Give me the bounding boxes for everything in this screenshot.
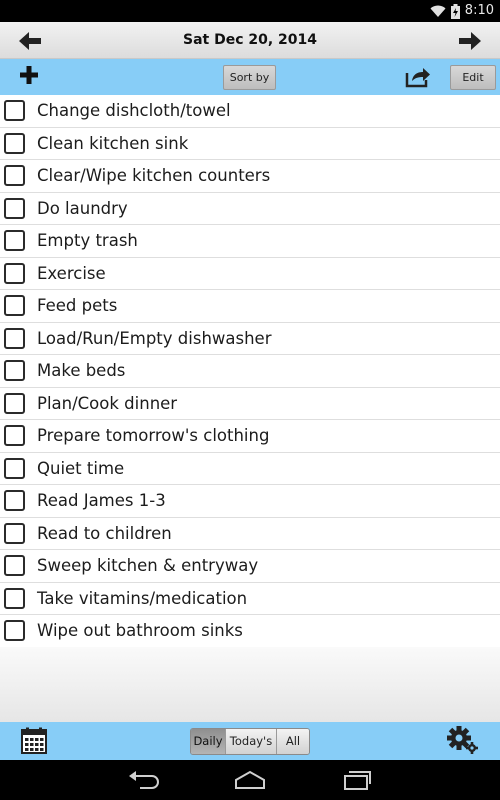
plus-icon xyxy=(20,66,38,84)
task-label: Empty trash xyxy=(37,231,138,250)
task-checkbox[interactable] xyxy=(4,230,25,251)
home-icon xyxy=(235,770,265,789)
status-bar: 8:10 xyxy=(0,0,500,22)
task-checkbox[interactable] xyxy=(4,360,25,381)
page-title: Sat Dec 20, 2014 xyxy=(182,32,318,48)
date-header: Sat Dec 20, 2014 xyxy=(0,22,500,59)
calendar-icon xyxy=(21,727,47,754)
list-item[interactable]: Plan/Cook dinner xyxy=(0,387,500,420)
task-checkbox[interactable] xyxy=(4,132,25,154)
task-checkbox[interactable] xyxy=(4,327,25,349)
task-label: Quiet time xyxy=(37,458,125,478)
system-nav-bar xyxy=(0,760,500,800)
share-button[interactable] xyxy=(404,65,432,89)
list-item[interactable]: Read to children xyxy=(0,517,500,550)
task-label: Take vitamins/medication xyxy=(37,588,248,608)
list-item[interactable]: Sweep kitchen & entryway xyxy=(0,550,500,583)
task-label: Plan/Cook dinner xyxy=(37,393,178,413)
task-label: Exercise xyxy=(37,263,106,283)
task-checkbox[interactable] xyxy=(4,425,25,446)
list-item[interactable]: Read James 1-3 xyxy=(0,485,500,518)
toolbar: Sort by Edit xyxy=(0,59,500,95)
task-checkbox[interactable] xyxy=(4,555,25,576)
task-label: Wipe out bathroom sinks xyxy=(37,621,243,640)
task-label: Make beds xyxy=(37,361,126,380)
status-time: 8:10 xyxy=(464,3,494,18)
task-checkbox[interactable] xyxy=(4,295,25,316)
list-item[interactable]: Clear/Wipe kitchen counters xyxy=(0,160,500,193)
task-checkbox[interactable] xyxy=(4,100,25,121)
task-checkbox[interactable] xyxy=(4,165,25,186)
recents-icon xyxy=(344,771,371,790)
back-button[interactable] xyxy=(128,770,160,794)
recents-button[interactable] xyxy=(342,770,372,794)
next-day-button[interactable] xyxy=(456,29,484,53)
list-item[interactable]: Exercise xyxy=(0,257,500,290)
list-item[interactable]: Feed pets xyxy=(0,290,500,323)
task-checkbox[interactable] xyxy=(4,262,25,284)
list-item[interactable]: Empty trash xyxy=(0,225,500,258)
filter-daily[interactable]: Daily xyxy=(191,729,226,754)
task-label: Read James 1-3 xyxy=(37,491,166,510)
list-item[interactable]: Make beds xyxy=(0,355,500,388)
list-item[interactable]: Quiet time xyxy=(0,452,500,485)
task-checkbox[interactable] xyxy=(4,620,25,641)
task-label: Sweep kitchen & entryway xyxy=(37,556,259,575)
task-label: Read to children xyxy=(37,523,172,543)
task-label: Load/Run/Empty dishwasher xyxy=(37,328,272,348)
list-item[interactable]: Take vitamins/medication xyxy=(0,582,500,615)
filter-all[interactable]: All xyxy=(277,729,309,754)
task-checkbox[interactable] xyxy=(4,490,25,511)
task-checkbox[interactable] xyxy=(4,457,25,479)
status-icons: 8:10 xyxy=(430,3,494,19)
list-item[interactable]: Load/Run/Empty dishwasher xyxy=(0,322,500,355)
task-label: Do laundry xyxy=(37,198,128,218)
task-checkbox[interactable] xyxy=(4,522,25,544)
filter-todays[interactable]: Today's xyxy=(226,729,277,754)
back-icon xyxy=(129,771,159,789)
battery-charging-icon xyxy=(450,3,460,19)
bottom-bar: Daily Today's All xyxy=(0,722,500,760)
task-checkbox[interactable] xyxy=(4,197,25,219)
app-screen: 8:10 Sat Dec 20, 2014 Sort by Edit Chang… xyxy=(0,0,500,800)
edit-button[interactable]: Edit xyxy=(450,65,496,90)
task-label: Clean kitchen sink xyxy=(37,133,189,153)
gear-icon xyxy=(447,726,478,754)
task-checkbox[interactable] xyxy=(4,392,25,414)
task-label: Prepare tomorrow's clothing xyxy=(37,426,270,445)
task-list: Change dishcloth/towel Clean kitchen sink… xyxy=(0,95,500,648)
list-item[interactable]: Wipe out bathroom sinks xyxy=(0,615,500,648)
wifi-icon xyxy=(430,5,446,17)
list-item[interactable]: Do laundry xyxy=(0,192,500,225)
list-item[interactable]: Clean kitchen sink xyxy=(0,127,500,160)
task-checkbox[interactable] xyxy=(4,587,25,609)
add-task-button[interactable] xyxy=(20,66,38,84)
settings-button[interactable] xyxy=(446,726,480,756)
task-label: Feed pets xyxy=(37,296,118,315)
arrow-right-icon xyxy=(459,32,481,50)
home-button[interactable] xyxy=(234,770,266,794)
sort-button[interactable]: Sort by xyxy=(223,65,276,90)
share-icon xyxy=(405,68,430,88)
filter-segmented-control: Daily Today's All xyxy=(190,728,310,755)
list-footer xyxy=(0,647,500,722)
list-item[interactable]: Change dishcloth/towel xyxy=(0,95,500,128)
calendar-button[interactable] xyxy=(20,727,48,755)
task-label: Change dishcloth/towel xyxy=(37,101,231,120)
list-item[interactable]: Prepare tomorrow's clothing xyxy=(0,420,500,453)
task-label: Clear/Wipe kitchen counters xyxy=(37,166,271,185)
